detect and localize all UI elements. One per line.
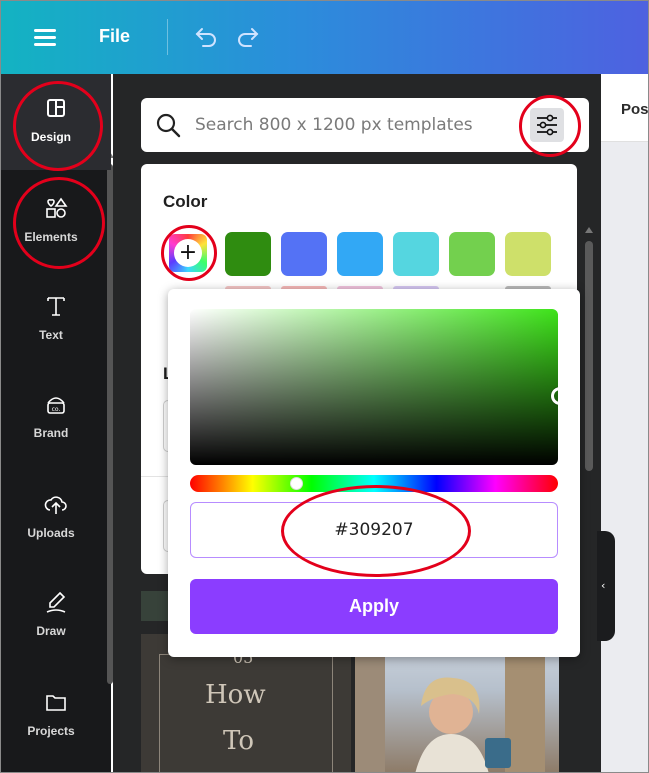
template-text: To — [223, 726, 254, 756]
template-search — [141, 98, 589, 152]
toolbar-divider — [167, 19, 168, 55]
rail-item-label: Projects — [27, 724, 75, 738]
rail-item-brand[interactable]: co. Brand — [1, 370, 111, 466]
panel-scrollbar[interactable] — [585, 241, 593, 471]
filter-button[interactable] — [530, 108, 564, 142]
hue-slider-thumb[interactable] — [290, 477, 303, 490]
color-handle[interactable] — [551, 387, 558, 405]
rail-item-elements[interactable]: Elements — [1, 174, 111, 270]
top-bar: File — [1, 1, 648, 74]
saturation-value-area[interactable] — [190, 309, 558, 465]
template-text: How — [205, 680, 266, 710]
sliders-icon — [537, 114, 557, 136]
shapes-icon — [46, 197, 68, 218]
rail-item-design[interactable]: Design — [1, 74, 111, 170]
rail-item-projects[interactable]: Projects — [1, 668, 111, 764]
chevron-left-icon: ‹ — [601, 579, 606, 592]
color-swatch[interactable] — [449, 232, 495, 276]
rail-item-label: Uploads — [27, 526, 75, 540]
rail-item-label: Design — [30, 130, 71, 144]
rail-item-label: Elements — [24, 230, 78, 244]
upload-cloud-icon — [44, 496, 67, 514]
color-swatch[interactable] — [337, 232, 383, 276]
left-rail: Design Elements Text co. Brand Uploads D… — [1, 74, 114, 772]
layout-icon — [47, 99, 65, 117]
draw-icon — [46, 591, 66, 613]
color-swatch[interactable] — [225, 232, 271, 276]
add-color-button[interactable]: + — [169, 234, 207, 272]
rail-item-label: Text — [39, 328, 63, 342]
color-swatch[interactable] — [505, 232, 551, 276]
brand-icon: co. — [47, 397, 65, 414]
rail-item-label: Draw — [36, 624, 66, 638]
plus-icon: + — [178, 240, 198, 265]
folder-icon — [46, 695, 66, 711]
hue-slider[interactable] — [190, 475, 558, 492]
app-window: File Design Elements Text co. Brand Uplo… — [0, 0, 649, 773]
add-color-inner: + — [174, 239, 202, 267]
search-input[interactable] — [195, 110, 515, 140]
rail-item-text[interactable]: Text — [1, 272, 111, 368]
rail-item-uploads[interactable]: Uploads — [1, 470, 111, 566]
color-swatch[interactable] — [281, 232, 327, 276]
panel-scroll-up-arrow[interactable] — [585, 227, 593, 233]
apply-button[interactable]: Apply — [190, 579, 558, 634]
search-icon — [156, 113, 181, 138]
undo-icon[interactable] — [193, 25, 221, 49]
canvas-area[interactable] — [601, 74, 648, 772]
file-menu[interactable]: File — [99, 26, 130, 47]
color-picker-popover: Apply — [168, 289, 580, 657]
svg-text:co.: co. — [52, 406, 61, 413]
collapse-panel-handle[interactable]: ‹ — [597, 531, 615, 641]
color-swatch[interactable] — [393, 232, 439, 276]
color-heading: Color — [163, 192, 208, 211]
text-icon — [47, 297, 65, 316]
rail-item-draw[interactable]: Draw — [1, 568, 111, 664]
rail-item-label: Brand — [33, 426, 69, 440]
redo-icon[interactable] — [233, 25, 261, 49]
design-title[interactable]: Poster — [621, 101, 648, 118]
hex-input[interactable] — [190, 502, 558, 558]
menu-icon[interactable] — [34, 29, 58, 47]
